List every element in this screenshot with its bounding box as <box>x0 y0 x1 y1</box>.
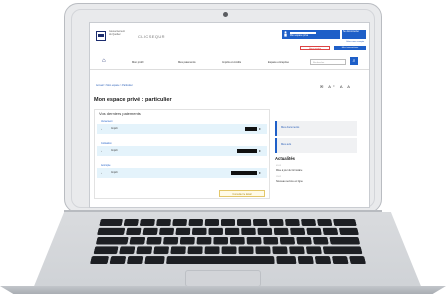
user-label: Mon espace privé <box>290 35 308 37</box>
laptop-front-edge <box>0 286 446 294</box>
section-title: Vos derniers paiements <box>99 111 141 116</box>
payment-row[interactable]: › Impôt € <box>97 124 267 134</box>
currency: € <box>259 149 261 153</box>
currency: € <box>259 127 261 131</box>
redacted-amount <box>231 171 257 175</box>
webcam-icon <box>223 12 228 17</box>
chevron-icon: › <box>101 149 102 153</box>
sidebar-card-label: Mes documents <box>281 126 299 129</box>
sidebar-card-notices[interactable]: Mes avis <box>275 138 357 153</box>
news-title: Actualités <box>275 156 295 161</box>
laptop-screen: Gouvernement du Québec CLICSEQUR Mon esp… <box>89 22 370 208</box>
news-date: 15/02 <box>276 176 281 178</box>
group-label: Cotisation <box>101 142 112 145</box>
transactions-button[interactable]: Mes transactions <box>334 46 366 50</box>
nav-item-profile[interactable]: Mon profil <box>132 61 143 64</box>
search-input[interactable]: Rechercher <box>310 59 346 65</box>
contact-button[interactable]: Nous joindre <box>300 46 330 50</box>
main-nav: ⌂ Mon profil Mes paiements Impôts et cré… <box>90 57 369 70</box>
payment-row[interactable]: › Impôt € <box>97 168 267 178</box>
chevron-icon: › <box>101 127 102 131</box>
group-label: Acompte <box>101 164 110 167</box>
redacted-amount <box>237 149 257 153</box>
app-title: CLICSEQUR <box>138 34 165 39</box>
payment-row[interactable]: › Impôt € <box>97 146 267 156</box>
news-item[interactable]: Nouveau service en ligne <box>276 180 303 183</box>
logo-text: Gouvernement du Québec <box>109 30 123 36</box>
manage-account-link[interactable]: Gérer mon compte <box>346 41 364 43</box>
news-item[interactable]: Mise à jour du formulaire <box>276 169 302 172</box>
user-account-button[interactable]: Mon espace privé <box>282 30 340 39</box>
sidebar-card-label: Mes avis <box>281 143 291 146</box>
payment-label: Impôt <box>111 127 118 130</box>
nav-item-payments[interactable]: Mes paiements <box>178 61 196 64</box>
page-tools[interactable]: ✉ A⁺ A A <box>320 84 352 89</box>
person-icon <box>284 31 287 37</box>
trackpad <box>185 270 261 287</box>
page-title: Mon espace privé : particulier <box>94 97 172 103</box>
nav-item-business[interactable]: Espace entreprise <box>268 61 289 64</box>
redacted-amount <box>245 127 257 131</box>
redacted-user-name <box>290 32 316 34</box>
chevron-icon: › <box>101 171 102 175</box>
search-icon[interactable]: ⌕ <box>350 57 358 65</box>
payment-label: Impôt <box>111 149 118 152</box>
payment-label: Impôt <box>111 171 118 174</box>
header: Gouvernement du Québec CLICSEQUR Mon esp… <box>90 23 369 51</box>
home-icon[interactable]: ⌂ <box>102 58 106 64</box>
sidebar-card-documents[interactable]: Mes documents <box>275 121 357 136</box>
news-date: 01/03 <box>276 165 281 167</box>
payments-section: Vos derniers paiements Versement › Impôt… <box>94 109 270 199</box>
group-label: Versement <box>101 120 112 123</box>
government-logo-icon[interactable] <box>96 31 106 41</box>
keyboard <box>47 219 410 260</box>
breadcrumb[interactable]: Accueil > Mon espace > Particulier <box>96 84 133 87</box>
logout-button[interactable]: Se déconnecter <box>342 30 366 39</box>
nav-item-taxes[interactable]: Impôts et crédits <box>222 61 241 64</box>
consult-details-button[interactable]: Consulter le détail <box>219 190 265 197</box>
currency: € <box>259 171 261 175</box>
